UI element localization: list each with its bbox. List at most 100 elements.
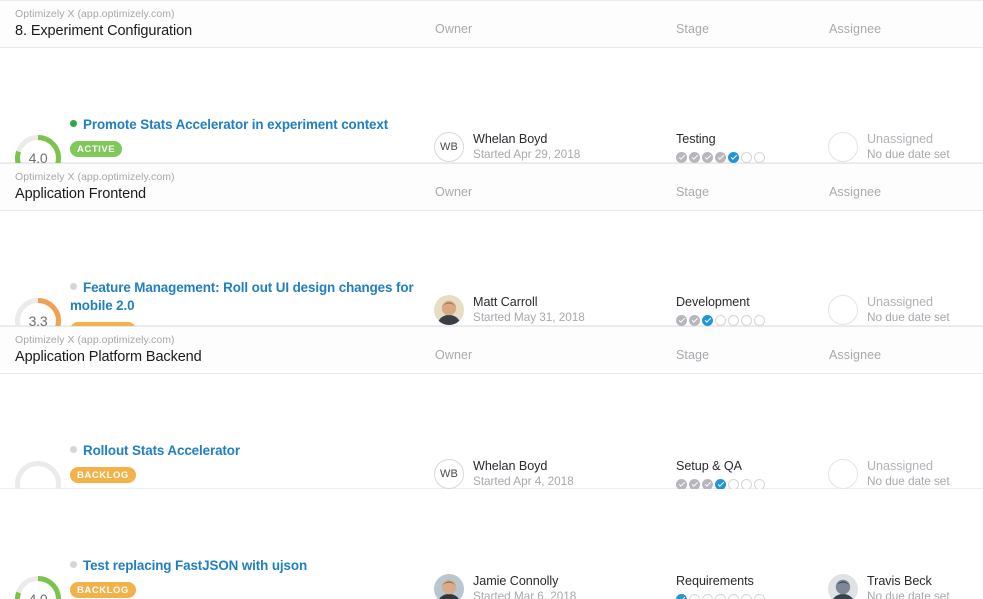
assignee-name: Unassigned <box>867 294 950 310</box>
status-dot-icon <box>70 446 77 453</box>
stage-pip-6[interactable] <box>741 152 752 163</box>
status-badge: BACKLOG <box>70 582 136 598</box>
assignee-subtext: No due date set <box>867 589 950 599</box>
assignee-text: UnassignedNo due date set <box>867 294 950 325</box>
stage-pip-6[interactable] <box>741 315 752 326</box>
stage-pip-1[interactable] <box>676 152 687 163</box>
group-title-block[interactable]: Optimizely X (app.optimizely.com)Applica… <box>15 170 175 204</box>
owner-avatar <box>434 295 464 325</box>
item-row[interactable]: 4.0Promote Stats Accelerator in experime… <box>0 48 983 163</box>
stage-name: Setup & QA <box>676 458 765 474</box>
stage-pip-4[interactable] <box>715 152 726 163</box>
stage-pip-7[interactable] <box>754 594 765 599</box>
breadcrumb: Optimizely X (app.optimizely.com) <box>15 170 175 184</box>
owner-avatar: WB <box>434 459 464 489</box>
assignee-cell[interactable]: UnassignedNo due date set <box>828 294 950 325</box>
column-header-stage: Stage <box>676 185 709 199</box>
item-title-line: Test replacing FastJSON with ujson <box>70 557 422 575</box>
stage-pip-7[interactable] <box>754 315 765 326</box>
owner-subtext: Started Mar 6, 2018 <box>473 589 576 599</box>
roadmap-board: Optimizely X (app.optimizely.com)8. Expe… <box>0 0 983 599</box>
item-title-link[interactable]: Feature Management: Roll out UI design c… <box>70 280 414 313</box>
stage-cell[interactable]: Development <box>676 294 765 326</box>
assignee-subtext: No due date set <box>867 310 950 325</box>
column-header-owner: Owner <box>435 22 472 36</box>
item-title-link[interactable]: Rollout Stats Accelerator <box>83 443 240 458</box>
item-title-line: Rollout Stats Accelerator <box>70 442 422 460</box>
item-row[interactable]: Rollout Stats AcceleratorBACKLOGRolling … <box>0 374 983 489</box>
group-title-block[interactable]: Optimizely X (app.optimizely.com)Applica… <box>15 333 202 367</box>
group-name: Application Platform Backend <box>15 347 202 367</box>
score-value: 4.0 <box>14 575 62 599</box>
stage-name: Testing <box>676 131 765 147</box>
item-title-link[interactable]: Promote Stats Accelerator in experiment … <box>83 117 388 132</box>
column-header-owner: Owner <box>435 348 472 362</box>
stage-pip-7[interactable] <box>754 152 765 163</box>
score-ring[interactable]: 4.0 <box>14 575 62 599</box>
stage-pip-2[interactable] <box>689 594 700 599</box>
assignee-text: UnassignedNo due date set <box>867 131 950 162</box>
owner-cell[interactable]: Jamie ConnollyStarted Mar 6, 2018 <box>434 573 576 599</box>
stage-pip-5[interactable] <box>728 594 739 599</box>
item-row[interactable]: 4.0 Test replacing FastJSON with ujson BAC… <box>0 489 983 599</box>
stage-pip-3[interactable] <box>702 594 713 599</box>
assignee-name: Unassigned <box>867 131 950 147</box>
owner-name: Whelan Boyd <box>473 131 580 147</box>
stage-name: Requirements <box>676 573 765 589</box>
stage-pip-2[interactable] <box>689 315 700 326</box>
column-header-assignee: Assignee <box>829 185 881 199</box>
stage-pip-6[interactable] <box>741 594 752 599</box>
owner-text: Jamie ConnollyStarted Mar 6, 2018 <box>473 573 576 599</box>
owner-avatar <box>434 574 464 599</box>
stage-cell[interactable]: Testing <box>676 131 765 163</box>
assignee-cell[interactable]: UnassignedNo due date set <box>828 458 950 489</box>
breadcrumb: Optimizely X (app.optimizely.com) <box>15 7 192 21</box>
owner-cell[interactable]: Matt CarrollStarted May 31, 2018 <box>434 294 585 325</box>
owner-subtext: Started May 31, 2018 <box>473 310 585 325</box>
assignee-subtext: No due date set <box>867 474 950 489</box>
assignee-cell[interactable]: Travis BeckNo due date set <box>828 573 950 599</box>
stage-cell[interactable]: Setup & QA <box>676 458 765 490</box>
stage-cell[interactable]: Requirements <box>676 573 765 599</box>
stage-pip-5[interactable] <box>728 152 739 163</box>
stage-pip-1[interactable] <box>676 594 687 599</box>
group-title-block[interactable]: Optimizely X (app.optimizely.com)8. Expe… <box>15 7 192 41</box>
stage-pip-3[interactable] <box>702 315 713 326</box>
owner-cell[interactable]: WB Whelan BoydStarted Apr 4, 2018 <box>434 458 574 489</box>
owner-avatar-initials: WB <box>440 141 458 153</box>
group-header: Optimizely X (app.optimizely.com)Applica… <box>0 163 983 211</box>
assignee-text: Travis BeckNo due date set <box>867 573 950 599</box>
stage-pip-4[interactable] <box>715 315 726 326</box>
stage-name: Development <box>676 294 765 310</box>
owner-text: Whelan BoydStarted Apr 4, 2018 <box>473 458 574 489</box>
stage-pip-3[interactable] <box>702 152 713 163</box>
item-title-line: Promote Stats Accelerator in experiment … <box>70 116 422 134</box>
assignee-cell[interactable]: UnassignedNo due date set <box>828 131 950 162</box>
breadcrumb: Optimizely X (app.optimizely.com) <box>15 333 202 347</box>
assignee-subtext: No due date set <box>867 147 950 162</box>
stage-pip-5[interactable] <box>728 315 739 326</box>
owner-avatar: WB <box>434 132 464 162</box>
assignee-name: Unassigned <box>867 458 950 474</box>
assignee-avatar-photo <box>828 574 858 599</box>
assignee-avatar <box>828 574 858 599</box>
owner-cell[interactable]: WBWhelan BoydStarted Apr 29, 2018 <box>434 131 580 162</box>
group-name: 8. Experiment Configuration <box>15 21 192 41</box>
item-title-line: Feature Management: Roll out UI design c… <box>70 279 422 315</box>
stage-pip-4[interactable] <box>715 594 726 599</box>
stage-progress-pips <box>676 152 765 163</box>
item-row[interactable]: 3.3Feature Management: Roll out UI desig… <box>0 211 983 326</box>
assignee-avatar <box>828 459 858 489</box>
owner-avatar-initials: WB <box>440 468 458 480</box>
owner-name: Whelan Boyd <box>473 458 574 474</box>
stage-pip-1[interactable] <box>676 315 687 326</box>
status-dot-icon <box>70 561 77 568</box>
status-dot-icon <box>70 283 77 290</box>
owner-text: Matt CarrollStarted May 31, 2018 <box>473 294 585 325</box>
stage-pip-2[interactable] <box>689 152 700 163</box>
column-header-stage: Stage <box>676 22 709 36</box>
item-title-link[interactable]: Test replacing FastJSON with ujson <box>83 558 307 573</box>
assignee-name: Travis Beck <box>867 573 950 589</box>
column-header-owner: Owner <box>435 185 472 199</box>
column-header-assignee: Assignee <box>829 348 881 362</box>
